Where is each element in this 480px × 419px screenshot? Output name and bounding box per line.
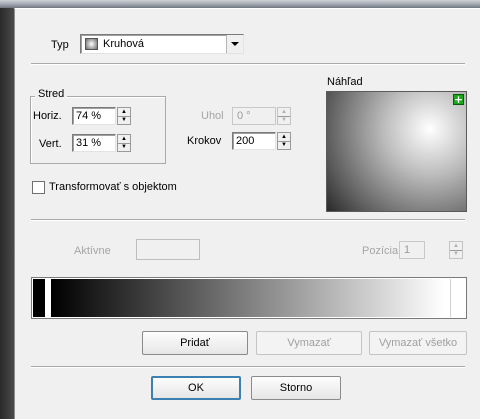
- window-top-frame: [0, 0, 480, 8]
- delete-stop-button[interactable]: Vymazať: [256, 331, 362, 355]
- active-label: Aktívne: [74, 245, 111, 257]
- type-value: Kruhová: [103, 38, 144, 50]
- horiz-spinner[interactable]: ▲ ▼: [117, 107, 131, 125]
- gradient-strip: [51, 279, 445, 317]
- center-group-title: Stred: [35, 88, 68, 101]
- plus-icon[interactable]: +: [453, 94, 464, 105]
- spin-down-icon[interactable]: ▼: [278, 140, 290, 150]
- gradient-dialog: Typ Kruhová Stred Horiz. 74 % ▲ ▼ Vert. 3…: [14, 8, 480, 419]
- gradient-stop-end[interactable]: [450, 279, 462, 317]
- steps-spinner[interactable]: ▲ ▼: [277, 132, 291, 150]
- active-color-button[interactable]: [136, 239, 200, 260]
- position-label: Pozícia: [362, 245, 399, 257]
- horiz-label: Horiz.: [33, 110, 62, 122]
- separator: [31, 366, 465, 368]
- chevron-down-icon: [231, 42, 239, 46]
- add-stop-button[interactable]: Pridať: [142, 331, 248, 355]
- transform-checkbox[interactable]: [32, 181, 45, 194]
- preview-label: Náhľad: [327, 76, 363, 88]
- dropdown-arrow-button[interactable]: [226, 35, 243, 53]
- ok-button[interactable]: OK: [151, 376, 241, 400]
- position-input[interactable]: 1: [399, 241, 425, 259]
- gradient-bar[interactable]: [31, 277, 467, 319]
- vert-input[interactable]: 31 %: [72, 134, 116, 152]
- spin-down-icon[interactable]: ▼: [450, 249, 462, 259]
- spin-down-icon[interactable]: ▼: [118, 115, 130, 125]
- window-left-frame: [0, 8, 14, 419]
- transform-checkbox-label[interactable]: Transformovať s objektom: [49, 181, 177, 194]
- radial-gradient-icon: [85, 38, 98, 50]
- spin-up-icon[interactable]: ▲: [278, 108, 290, 116]
- angle-input[interactable]: 0 °: [232, 107, 276, 125]
- spin-down-icon[interactable]: ▼: [118, 142, 130, 152]
- spin-up-icon[interactable]: ▲: [118, 108, 130, 116]
- delete-all-stops-button[interactable]: Vymazať všetko: [369, 331, 467, 355]
- gradient-stop-start[interactable]: [33, 279, 45, 317]
- cancel-button[interactable]: Storno: [251, 376, 341, 400]
- vert-label: Vert.: [39, 138, 62, 150]
- horiz-input[interactable]: 74 %: [72, 107, 116, 125]
- angle-label: Uhol: [201, 110, 224, 122]
- spin-up-icon[interactable]: ▲: [450, 242, 462, 250]
- spin-up-icon[interactable]: ▲: [278, 133, 290, 141]
- steps-label: Krokov: [187, 135, 222, 147]
- gradient-preview[interactable]: +: [326, 91, 467, 212]
- vert-spinner[interactable]: ▲ ▼: [117, 134, 131, 152]
- steps-input[interactable]: 200: [232, 132, 276, 150]
- angle-spinner[interactable]: ▲ ▼: [277, 107, 291, 125]
- position-spinner[interactable]: ▲ ▼: [449, 241, 463, 259]
- separator: [31, 63, 465, 65]
- spin-up-icon[interactable]: ▲: [118, 135, 130, 143]
- spin-down-icon[interactable]: ▼: [278, 115, 290, 125]
- type-label: Typ: [51, 39, 69, 51]
- separator: [31, 219, 465, 221]
- type-dropdown[interactable]: Kruhová: [80, 34, 244, 54]
